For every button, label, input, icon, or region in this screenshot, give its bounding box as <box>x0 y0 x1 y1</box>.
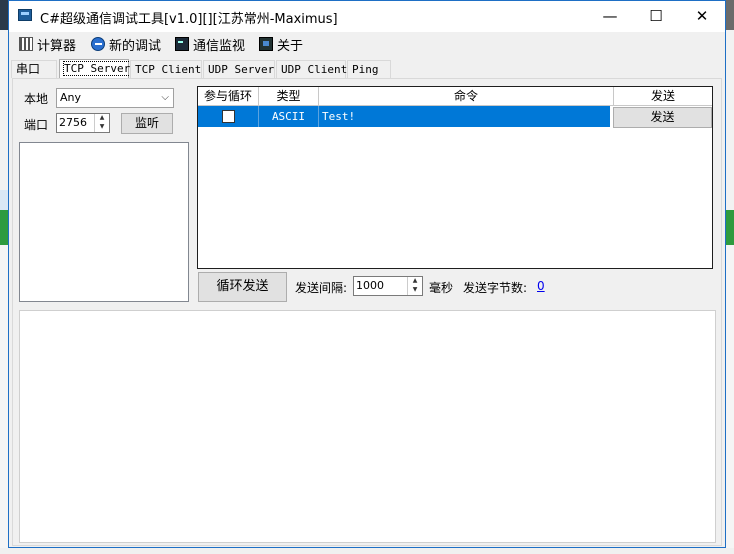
receive-log-area[interactable] <box>19 310 716 543</box>
column-header-loop[interactable]: 参与循环 <box>198 87 259 106</box>
send-bytes-count[interactable]: 0 <box>537 279 545 293</box>
port-label: 端口 <box>24 118 49 132</box>
menu-comm-monitor-label: 通信监视 <box>193 38 246 54</box>
column-header-command[interactable]: 命令 <box>319 87 614 106</box>
arrow-down-icon[interactable]: ▼ <box>408 286 422 295</box>
main-window: C#超级通信调试工具[v1.0][][江苏常州-Maximus] — ☐ ✕ 计… <box>8 0 726 548</box>
port-stepper[interactable]: 2756 ▲ ▼ <box>56 113 110 133</box>
local-address-select[interactable]: Any ⌵ <box>56 88 174 108</box>
background-strip-right <box>726 210 734 245</box>
loop-send-button[interactable]: 循环发送 <box>198 272 287 302</box>
send-interval-unit: 毫秒 <box>429 281 454 295</box>
background-strip-right <box>726 30 734 210</box>
client-list[interactable] <box>19 142 189 302</box>
local-address-value: Any <box>60 91 82 104</box>
background-strip-bottom <box>0 548 734 554</box>
send-interval-arrows[interactable]: ▲ ▼ <box>407 277 422 295</box>
minimize-button[interactable]: — <box>587 1 633 32</box>
tab-udp-server[interactable]: UDP Server <box>203 60 275 78</box>
calculator-icon <box>19 37 33 51</box>
loop-checkbox[interactable] <box>222 110 235 123</box>
window-title: C#超级通信调试工具[v1.0][][江苏常州-Maximus] <box>40 12 338 27</box>
title-bar[interactable]: C#超级通信调试工具[v1.0][][江苏常州-Maximus] — ☐ ✕ <box>9 1 725 32</box>
app-icon <box>18 9 32 21</box>
tab-tcp-client[interactable]: TCP Client <box>130 60 202 78</box>
tab-ping[interactable]: Ping <box>347 60 391 78</box>
chevron-down-icon: ⌵ <box>161 92 169 103</box>
command-cell[interactable]: Test! <box>319 106 610 127</box>
close-button[interactable]: ✕ <box>679 1 725 32</box>
column-header-type[interactable]: 类型 <box>259 87 319 106</box>
terminal-icon <box>175 37 189 51</box>
arrow-down-icon[interactable]: ▼ <box>95 123 109 132</box>
maximize-button[interactable]: ☐ <box>633 1 679 32</box>
send-interval-label: 发送间隔: <box>295 281 348 295</box>
tab-serial[interactable]: 串口 <box>11 60 57 78</box>
menu-about-label: 关于 <box>277 38 304 54</box>
menu-new-debug[interactable]: 新的调试 <box>91 35 162 54</box>
menu-bar: 计算器 新的调试 通信监视 关于 <box>9 32 725 56</box>
table-row[interactable]: ASCII Test! <box>198 106 610 127</box>
send-interval-value: 1000 <box>356 279 384 292</box>
type-cell[interactable]: ASCII <box>259 106 319 127</box>
send-interval-stepper[interactable]: 1000 ▲ ▼ <box>353 276 423 296</box>
arrow-up-icon[interactable]: ▲ <box>408 277 422 286</box>
menu-new-debug-label: 新的调试 <box>109 38 162 54</box>
arrow-up-icon[interactable]: ▲ <box>95 114 109 123</box>
tab-strip: 串口 TCP Server TCP Client UDP Server UDP … <box>9 59 725 79</box>
background-strip-right <box>726 245 734 554</box>
column-header-send[interactable]: 发送 <box>614 87 712 106</box>
menu-about[interactable]: 关于 <box>259 35 304 54</box>
local-label: 本地 <box>24 92 49 106</box>
port-stepper-arrows[interactable]: ▲ ▼ <box>94 114 109 132</box>
info-icon <box>259 37 273 51</box>
port-value: 2756 <box>59 116 87 129</box>
tab-tcp-server[interactable]: TCP Server <box>59 59 132 79</box>
tcp-server-panel: 本地 Any ⌵ 端口 2756 ▲ ▼ 监听 参与循环 类型 命令 发送 AS… <box>12 78 722 546</box>
tab-udp-client[interactable]: UDP Client <box>276 60 347 78</box>
listen-button[interactable]: 监听 <box>121 113 173 134</box>
menu-calculator[interactable]: 计算器 <box>19 35 77 54</box>
command-grid[interactable]: 参与循环 类型 命令 发送 ASCII Test! 发送 <box>197 86 713 269</box>
menu-comm-monitor[interactable]: 通信监视 <box>175 35 246 54</box>
globe-icon <box>91 37 105 51</box>
send-bytes-label: 发送字节数: <box>463 281 528 295</box>
menu-calculator-label: 计算器 <box>37 38 77 54</box>
loop-cell[interactable] <box>198 106 259 127</box>
row-send-button[interactable]: 发送 <box>613 107 712 128</box>
